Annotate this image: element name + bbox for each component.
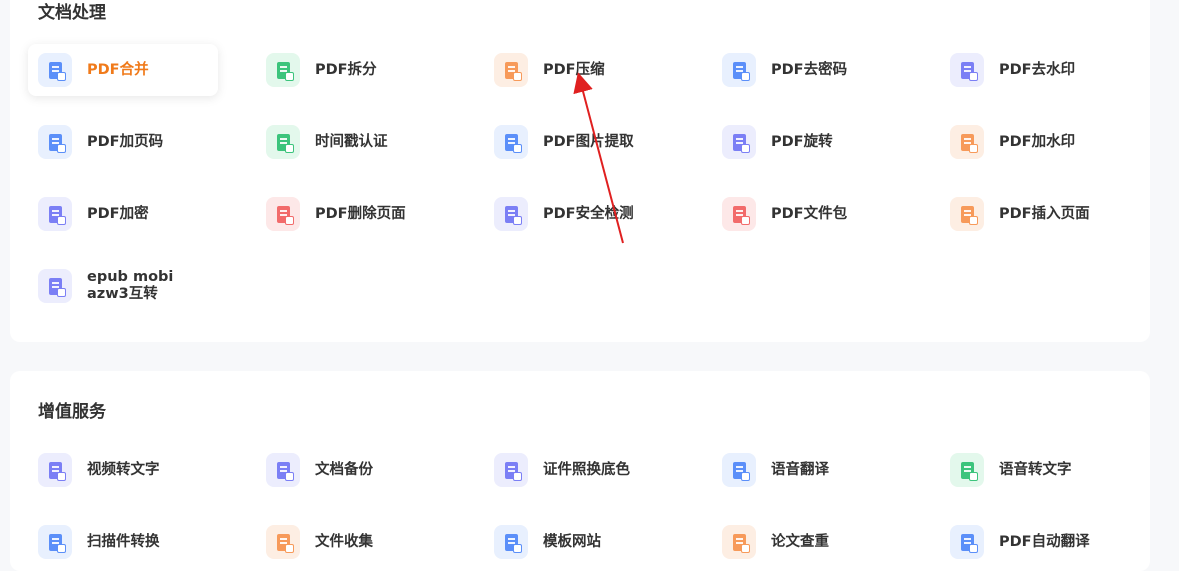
tool-label: PDF删除页面 — [315, 205, 406, 222]
pdf-encrypt-icon — [38, 197, 72, 231]
tool-pdf-remove-password[interactable]: PDF去密码 — [712, 44, 902, 96]
tool-voice-to-text[interactable]: 语音转文字 — [940, 444, 1130, 496]
tool-timestamp[interactable]: 时间戳认证 — [256, 116, 446, 168]
tool-video-to-text[interactable]: 视频转文字 — [28, 444, 218, 496]
tool-label: PDF去密码 — [771, 61, 848, 78]
pdf-auto-translate-icon — [950, 525, 984, 559]
tool-label: PDF合并 — [87, 61, 149, 78]
tool-label: PDF加密 — [87, 205, 149, 222]
tool-pdf-split[interactable]: PDF拆分 — [256, 44, 446, 96]
value-added-services-card: 增值服务 视频转文字 文档备份 证件照换底色 语音翻译 语音转文字扫描件转换 文件收集 模板… — [10, 371, 1150, 571]
section-title-value-added-services: 增值服务 — [38, 402, 106, 422]
pdf-rotate-icon — [722, 125, 756, 159]
tool-label: PDF压缩 — [543, 61, 605, 78]
tool-label: 文件收集 — [315, 533, 373, 550]
tool-pdf-auto-translate[interactable]: PDF自动翻译 — [940, 516, 1130, 568]
tool-pdf-security-check[interactable]: PDF安全检测 — [484, 188, 674, 240]
tool-label: 文档备份 — [315, 461, 373, 478]
video-to-text-icon — [38, 453, 72, 487]
tool-pdf-add-page-number[interactable]: PDF加页码 — [28, 116, 218, 168]
pdf-merge-icon — [38, 53, 72, 87]
pdf-insert-page-icon — [950, 197, 984, 231]
template-site-icon — [494, 525, 528, 559]
tool-label: PDF图片提取 — [543, 133, 634, 150]
pdf-add-page-number-icon — [38, 125, 72, 159]
tool-label: 时间戳认证 — [315, 133, 388, 150]
pdf-remove-password-icon — [722, 53, 756, 87]
scan-convert-icon — [38, 525, 72, 559]
ebook-convert-icon — [38, 269, 72, 303]
pdf-file-package-icon — [722, 197, 756, 231]
pdf-image-extract-icon — [494, 125, 528, 159]
tool-ebook-convert[interactable]: epub mobi azw3互转 — [28, 260, 218, 312]
pdf-security-check-icon — [494, 197, 528, 231]
pdf-remove-watermark-icon — [950, 53, 984, 87]
pdf-add-watermark-icon — [950, 125, 984, 159]
tool-pdf-add-watermark[interactable]: PDF加水印 — [940, 116, 1130, 168]
tool-label: 模板网站 — [543, 533, 601, 550]
tool-pdf-rotate[interactable]: PDF旋转 — [712, 116, 902, 168]
tool-label: 论文查重 — [771, 533, 829, 550]
section-title-document-processing: 文档处理 — [38, 3, 106, 23]
tool-pdf-remove-watermark[interactable]: PDF去水印 — [940, 44, 1130, 96]
tool-pdf-file-package[interactable]: PDF文件包 — [712, 188, 902, 240]
pdf-delete-page-icon — [266, 197, 300, 231]
tool-label: PDF文件包 — [771, 205, 848, 222]
voice-translate-icon — [722, 453, 756, 487]
document-processing-card: 文档处理 PDF合并 PDF拆分 PDF压缩 PDF去密码 PDF去水印 PDF加页码 时间… — [10, 0, 1150, 342]
tool-label: PDF加页码 — [87, 133, 164, 150]
tool-label: PDF拆分 — [315, 61, 377, 78]
paper-check-icon — [722, 525, 756, 559]
tool-label: 扫描件转换 — [87, 533, 160, 550]
tool-pdf-compress[interactable]: PDF压缩 — [484, 44, 674, 96]
tool-label: epub mobi azw3互转 — [87, 269, 174, 302]
tool-label: PDF加水印 — [999, 133, 1076, 150]
tool-file-collect[interactable]: 文件收集 — [256, 516, 446, 568]
timestamp-icon — [266, 125, 300, 159]
pdf-compress-icon — [494, 53, 528, 87]
tool-label: 语音转文字 — [999, 461, 1072, 478]
tool-label: PDF旋转 — [771, 133, 833, 150]
pdf-split-icon — [266, 53, 300, 87]
tool-template-site[interactable]: 模板网站 — [484, 516, 674, 568]
tool-scan-convert[interactable]: 扫描件转换 — [28, 516, 218, 568]
voice-to-text-icon — [950, 453, 984, 487]
tool-pdf-insert-page[interactable]: PDF插入页面 — [940, 188, 1130, 240]
tool-label: PDF去水印 — [999, 61, 1076, 78]
tool-document-backup[interactable]: 文档备份 — [256, 444, 446, 496]
tool-id-photo[interactable]: 证件照换底色 — [484, 444, 674, 496]
tool-label: PDF插入页面 — [999, 205, 1090, 222]
tool-label: 证件照换底色 — [543, 461, 630, 478]
tool-pdf-encrypt[interactable]: PDF加密 — [28, 188, 218, 240]
id-photo-icon — [494, 453, 528, 487]
tool-label: PDF安全检测 — [543, 205, 634, 222]
tool-label: PDF自动翻译 — [999, 533, 1090, 550]
tool-pdf-merge[interactable]: PDF合并 — [28, 44, 218, 96]
tool-voice-translate[interactable]: 语音翻译 — [712, 444, 902, 496]
tool-label: 视频转文字 — [87, 461, 160, 478]
tool-paper-check[interactable]: 论文查重 — [712, 516, 902, 568]
tool-label: 语音翻译 — [771, 461, 829, 478]
document-backup-icon — [266, 453, 300, 487]
tool-pdf-image-extract[interactable]: PDF图片提取 — [484, 116, 674, 168]
tool-pdf-delete-page[interactable]: PDF删除页面 — [256, 188, 446, 240]
file-collect-icon — [266, 525, 300, 559]
